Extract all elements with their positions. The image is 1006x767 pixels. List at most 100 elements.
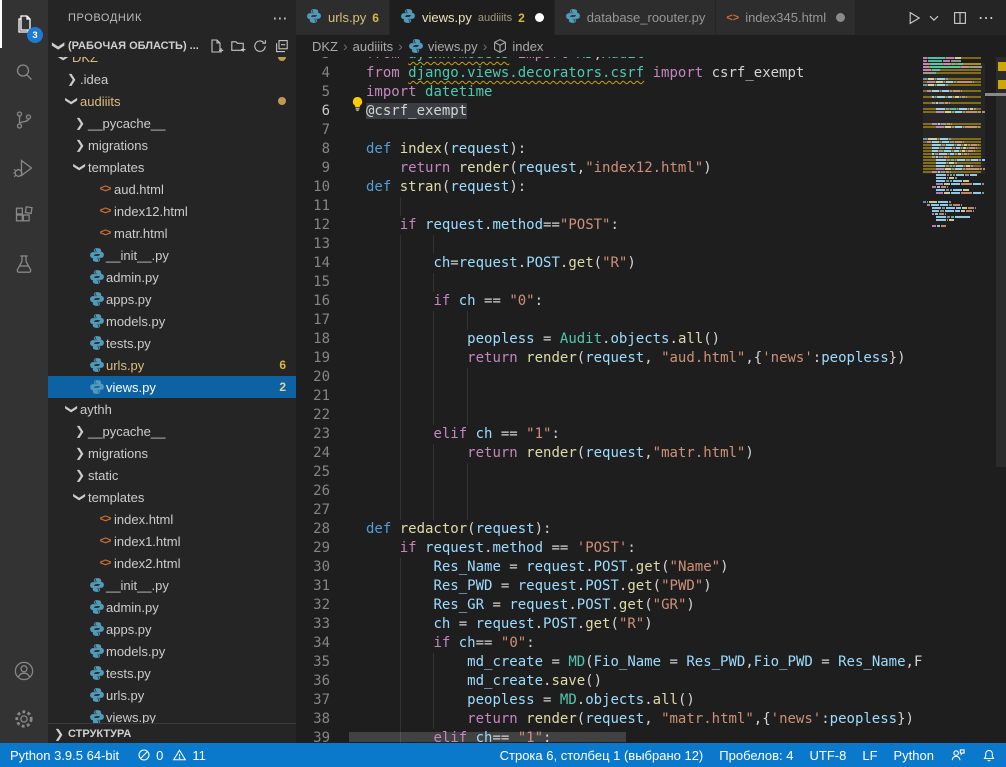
code-line-21[interactable]: 21 (296, 387, 923, 406)
code-line-33[interactable]: 33 ch = request.POST.get("R") (296, 615, 923, 634)
split-editor-icon[interactable] (952, 10, 968, 26)
outline-section-header[interactable]: ❯ СТРУКТУРА (48, 723, 296, 743)
tab-views.py[interactable]: views.pyaudiiits2 (390, 0, 555, 35)
tree-item-models.py[interactable]: models.py (48, 310, 296, 332)
tree-item-matr.html[interactable]: <>matr.html (48, 222, 296, 244)
tree-item-apps.py[interactable]: apps.py (48, 618, 296, 640)
tab-urls.py[interactable]: urls.py6 (296, 0, 390, 35)
workspace-section-header[interactable]: ❯ (РАБОЧАЯ ОБЛАСТЬ) ... (48, 35, 296, 57)
tree-item-apps.py[interactable]: apps.py (48, 288, 296, 310)
tree-item-index1.html[interactable]: <>index1.html (48, 530, 296, 552)
code-line-32[interactable]: 32 Res_GR = request.POST.get("GR") (296, 596, 923, 615)
activity-extensions-button[interactable] (0, 192, 48, 240)
code-line-29[interactable]: 29 if request.method == 'POST': (296, 539, 923, 558)
new-folder-icon[interactable] (230, 38, 246, 54)
code-line-35[interactable]: 35 md_create = MD(Fio_Name = Res_PWD,Fio… (296, 653, 923, 672)
refresh-icon[interactable] (252, 38, 268, 54)
run-python-file-icon[interactable] (906, 10, 922, 26)
breadcrumb-item-views.py[interactable]: views.py (408, 38, 478, 54)
indentation-status[interactable]: Пробелов: 4 (719, 748, 793, 763)
tree-item-templates[interactable]: ❯templates (48, 486, 296, 508)
code-line-39[interactable]: 39 elif ch== "1": (296, 729, 923, 743)
code-line-5[interactable]: 5import datetime (296, 83, 923, 102)
tree-item-tests.py[interactable]: tests.py (48, 662, 296, 684)
tree-item-__pycache__[interactable]: ❯__pycache__ (48, 420, 296, 442)
tree-item-static[interactable]: ❯static (48, 464, 296, 486)
tree-item-DKZ[interactable]: ❯DKZ (48, 57, 296, 68)
code-line-16[interactable]: 16 if ch == "0": (296, 292, 923, 311)
tree-item-audiiits[interactable]: ❯audiiits (48, 90, 296, 112)
code-line-24[interactable]: 24 return render(request,"matr.html") (296, 444, 923, 463)
activity-source-control-button[interactable] (0, 96, 48, 144)
activity-account-button[interactable] (0, 647, 48, 695)
code-line-14[interactable]: 14 ch=request.POST.get("R") (296, 254, 923, 273)
activity-run-debug-button[interactable] (0, 144, 48, 192)
activity-testing-button[interactable] (0, 240, 48, 288)
tree-item-urls.py[interactable]: urls.py (48, 684, 296, 706)
code-line-15[interactable]: 15 (296, 273, 923, 292)
tree-item-__init__.py[interactable]: __init__.py (48, 244, 296, 266)
code-line-23[interactable]: 23 elif ch == "1": (296, 425, 923, 444)
code-line-22[interactable]: 22 (296, 406, 923, 425)
code-line-9[interactable]: 9 return render(request,"index12.html") (296, 159, 923, 178)
tree-item-aud.html[interactable]: <>aud.html (48, 178, 296, 200)
code-line-7[interactable]: 7 (296, 121, 923, 140)
language-mode-status[interactable]: Python (894, 748, 934, 763)
overview-ruler[interactable] (985, 57, 1006, 743)
tree-item-__pycache__[interactable]: ❯__pycache__ (48, 112, 296, 134)
tree-item-views.py[interactable]: views.py (48, 706, 296, 723)
python-interpreter-status[interactable]: Python 3.9.5 64-bit (10, 748, 119, 763)
problems-status[interactable]: 0 11 (137, 748, 206, 763)
code-line-6[interactable]: 6@csrf_exempt (296, 102, 923, 121)
new-file-icon[interactable] (208, 38, 224, 54)
breadcrumb-item-index[interactable]: index (492, 38, 543, 54)
code-line-34[interactable]: 34 if ch== "0": (296, 634, 923, 653)
tree-item-migrations[interactable]: ❯migrations (48, 442, 296, 464)
code-line-18[interactable]: 18 peopless = Audit.objects.all() (296, 330, 923, 349)
more-actions-icon[interactable]: ⋯ (978, 8, 994, 28)
tree-item-aythh[interactable]: ❯aythh (48, 398, 296, 420)
tree-item-migrations[interactable]: ❯migrations (48, 134, 296, 156)
eol-status[interactable]: LF (862, 748, 877, 763)
code-line-11[interactable]: 11 (296, 197, 923, 216)
encoding-status[interactable]: UTF-8 (810, 748, 847, 763)
tree-item-index2.html[interactable]: <>index2.html (48, 552, 296, 574)
minimap-viewport[interactable] (923, 63, 985, 174)
tree-item-models.py[interactable]: models.py (48, 640, 296, 662)
tree-item-tests.py[interactable]: tests.py (48, 332, 296, 354)
collapse-all-icon[interactable] (274, 38, 290, 54)
breadcrumb-item-audiiits[interactable]: audiiits (353, 39, 393, 54)
tree-item-.idea[interactable]: ❯.idea (48, 68, 296, 90)
code-editor[interactable]: 3from aythh.models import MD,Audit4from … (296, 57, 1006, 743)
code-line-36[interactable]: 36 md_create.save() (296, 672, 923, 691)
breadcrumb-item-DKZ[interactable]: DKZ (312, 39, 338, 54)
tree-item-admin.py[interactable]: admin.py (48, 596, 296, 618)
tree-item-__init__.py[interactable]: __init__.py (48, 574, 296, 596)
tree-item-templates[interactable]: ❯templates (48, 156, 296, 178)
notifications-bell-icon[interactable] (982, 748, 996, 763)
code-line-37[interactable]: 37 peopless = MD.objects.all() (296, 691, 923, 710)
code-line-19[interactable]: 19 return render(request, "aud.html",{'n… (296, 349, 923, 368)
activity-settings-button[interactable] (0, 695, 48, 743)
code-line-31[interactable]: 31 Res_PWD = request.POST.get("PWD") (296, 577, 923, 596)
activity-search-button[interactable] (0, 48, 48, 96)
code-line-17[interactable]: 17 (296, 311, 923, 330)
code-line-28[interactable]: 28def redactor(request): (296, 520, 923, 539)
code-line-26[interactable]: 26 (296, 482, 923, 501)
code-line-4[interactable]: 4from django.views.decorators.csrf impor… (296, 64, 923, 83)
tab-index345.html[interactable]: <>index345.html (716, 0, 856, 35)
code-line-20[interactable]: 20 (296, 368, 923, 387)
code-line-13[interactable]: 13 (296, 235, 923, 254)
run-dropdown-chevron-icon[interactable] (926, 10, 942, 26)
tab-database_roouter.py[interactable]: database_roouter.py (555, 0, 717, 35)
minimap[interactable] (923, 57, 985, 743)
code-line-12[interactable]: 12 if request.method=="POST": (296, 216, 923, 235)
cursor-position-status[interactable]: Строка 6, столбец 1 (выбрано 12) (500, 748, 704, 763)
code-line-10[interactable]: 10def stran(request): (296, 178, 923, 197)
activity-explorer-button[interactable]: 3 (0, 0, 48, 48)
tree-item-admin.py[interactable]: admin.py (48, 266, 296, 288)
code-line-25[interactable]: 25 (296, 463, 923, 482)
explorer-more-actions-icon[interactable]: ⋯ (272, 9, 288, 27)
code-line-8[interactable]: 8def index(request): (296, 140, 923, 159)
tree-item-views.py[interactable]: views.py2 (48, 376, 296, 398)
